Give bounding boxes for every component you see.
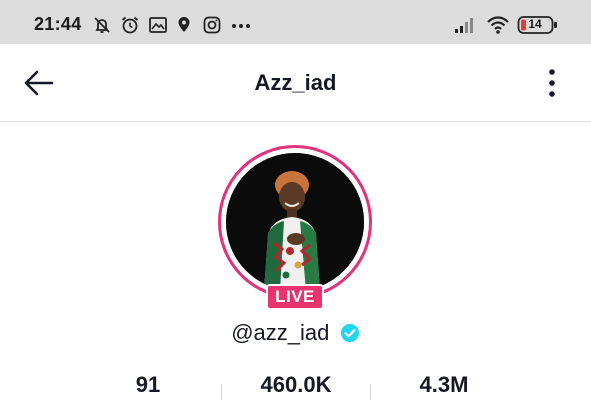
alarm-clock-icon	[120, 15, 140, 35]
nav-bar: Azz_iad	[0, 44, 591, 122]
avatar-live-ring[interactable]	[218, 145, 372, 299]
avatar[interactable]	[226, 153, 364, 291]
verified-badge-icon	[340, 324, 359, 342]
following-count[interactable]: 91	[110, 372, 186, 398]
stat-divider	[370, 384, 371, 400]
stat-divider	[221, 384, 222, 400]
more-dots-icon	[230, 15, 252, 35]
signal-icon	[454, 15, 476, 35]
instagram-icon	[202, 15, 222, 35]
battery-icon: 14	[517, 14, 559, 36]
wifi-icon	[486, 15, 510, 35]
username: @azz_iad	[231, 320, 330, 345]
likes-count[interactable]: 4.3M	[400, 372, 488, 398]
vertical-dots-icon	[549, 69, 555, 97]
username-row: @azz_iad	[0, 320, 591, 346]
status-time: 21:44	[34, 14, 82, 34]
more-options-button[interactable]	[538, 66, 566, 100]
battery-level: 14	[528, 17, 542, 31]
live-badge[interactable]: LIVE	[266, 284, 324, 310]
location-icon	[176, 15, 192, 35]
status-bar: 21:44 14	[0, 0, 591, 44]
followers-count[interactable]: 460.0K	[240, 372, 352, 398]
page-title: Azz_iad	[254, 70, 337, 95]
avatar-photo	[226, 153, 364, 291]
stats-row: 91 460.0K 4.3M	[0, 372, 591, 400]
alarm-off-icon	[92, 15, 112, 35]
gallery-icon	[148, 15, 168, 35]
